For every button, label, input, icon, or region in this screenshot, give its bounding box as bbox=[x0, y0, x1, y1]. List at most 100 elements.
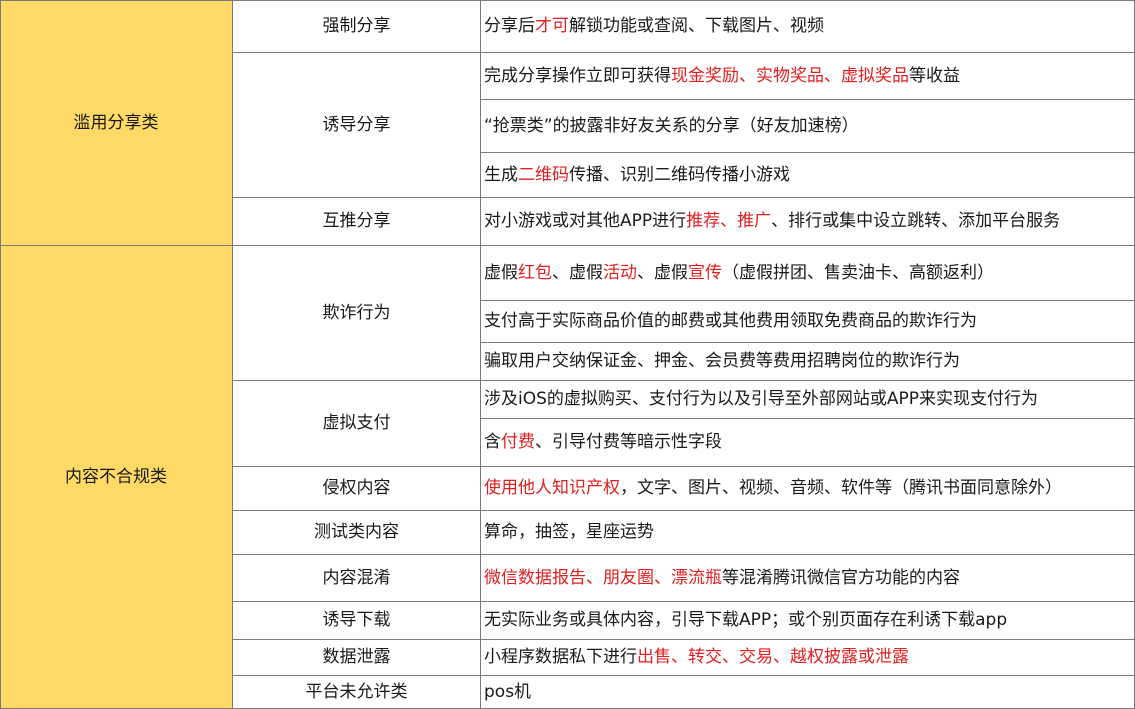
text-segment: 无实际业务或具体内容，引导下载APP；或个别页面存在利诱下载app bbox=[484, 610, 1008, 630]
text-segment: 解锁功能或查阅、下载图片、视频 bbox=[569, 16, 824, 36]
subcategory-cell: 虚拟支付 bbox=[232, 380, 481, 466]
grid-line bbox=[480, 99, 1135, 100]
description-cell: 无实际业务或具体内容，引导下载APP；或个别页面存在利诱下载app bbox=[481, 601, 1135, 639]
grid-line bbox=[232, 510, 1135, 511]
description-text: 支付高于实际商品价值的邮费或其他费用领取免费商品的欺诈行为 bbox=[484, 311, 977, 331]
description-text: 微信数据报告、朋友圈、漂流瓶等混淆腾讯微信官方功能的内容 bbox=[484, 568, 960, 588]
subcategory-cell: 互推分享 bbox=[232, 197, 481, 245]
text-segment: 含 bbox=[484, 432, 501, 452]
description-cell: pos机 bbox=[481, 675, 1135, 709]
text-segment: 、虚假 bbox=[637, 262, 688, 283]
description-text: 小程序数据私下进行出售、转交、交易、越权披露或泄露 bbox=[484, 647, 909, 667]
description-cell: 生成二维码传播、识别二维码传播小游戏 bbox=[481, 152, 1135, 197]
highlighted-text: 红包 bbox=[518, 262, 552, 283]
subcategory-label: 互推分享 bbox=[322, 211, 391, 231]
subcategory-cell: 欺诈行为 bbox=[232, 245, 481, 380]
subcategory-cell: 内容混淆 bbox=[232, 554, 481, 601]
description-text: “抢票类”的披露非好友关系的分享（好友加速榜） bbox=[484, 116, 859, 136]
subcategory-label: 数据泄露 bbox=[322, 647, 391, 667]
description-text: 含付费、引导付费等暗示性字段 bbox=[484, 432, 722, 452]
highlighted-text: 推荐、推广 bbox=[686, 211, 772, 231]
description-text: 生成二维码传播、识别二维码传播小游戏 bbox=[484, 165, 790, 185]
text-segment: “抢票类”的披露非好友关系的分享（好友加速榜） bbox=[484, 115, 859, 136]
highlighted-text: 二维码 bbox=[518, 164, 569, 185]
highlighted-text: 活动 bbox=[603, 262, 637, 283]
subcategory-label: 欺诈行为 bbox=[322, 302, 391, 323]
grid-line bbox=[480, 418, 1135, 419]
description-text: 虚假红包、虚假活动、虚假宣传（虚假拼团、售卖油卡、高额返利） bbox=[484, 263, 994, 283]
grid-line bbox=[232, 52, 1135, 53]
subcategory-label: 诱导分享 bbox=[322, 114, 391, 135]
highlighted-text: 才可 bbox=[535, 16, 569, 36]
text-segment: 算命，抽签，星座运势 bbox=[484, 522, 654, 542]
grid-line bbox=[0, 245, 1135, 246]
text-segment: ，文字、图片、视频、音频、软件等（腾讯书面同意除外） bbox=[620, 478, 1062, 498]
grid-line bbox=[480, 0, 481, 709]
text-segment: （虚假拼团、售卖油卡、高额返利） bbox=[722, 262, 994, 283]
highlighted-text: 付费 bbox=[501, 432, 535, 452]
description-cell: 算命，抽签，星座运势 bbox=[481, 510, 1135, 554]
description-cell: 涉及iOS的虚拟购买、支付行为以及引导至外部网站或APP来实现支付行为 bbox=[481, 380, 1135, 418]
subcategory-label: 虚拟支付 bbox=[322, 413, 391, 433]
grid-line bbox=[0, 0, 1135, 1]
grid-line bbox=[232, 639, 1135, 640]
description-cell: 含付费、引导付费等暗示性字段 bbox=[481, 418, 1135, 466]
description-text: 完成分享操作立即可获得现金奖励、实物奖品、虚拟奖品等收益 bbox=[484, 66, 960, 86]
grid-line bbox=[232, 466, 1135, 467]
description-text: 涉及iOS的虚拟购买、支付行为以及引导至外部网站或APP来实现支付行为 bbox=[484, 389, 1038, 409]
subcategory-label: 平台未允许类 bbox=[305, 682, 408, 702]
text-segment: 对小游戏或对其他APP进行 bbox=[484, 211, 687, 231]
description-cell: 分享后才可解锁功能或查阅、下载图片、视频 bbox=[481, 0, 1135, 52]
description-text: 分享后才可解锁功能或查阅、下载图片、视频 bbox=[484, 16, 824, 36]
text-segment: 骗取用户交纳保证金、押金、会员费等费用招聘岗位的欺诈行为 bbox=[484, 351, 960, 371]
description-text: 算命，抽签，星座运势 bbox=[484, 522, 654, 542]
grid-line bbox=[0, 0, 1, 709]
grid-line bbox=[480, 342, 1135, 343]
subcategory-cell: 平台未允许类 bbox=[232, 675, 481, 709]
description-cell: 微信数据报告、朋友圈、漂流瓶等混淆腾讯微信官方功能的内容 bbox=[481, 554, 1135, 601]
grid-line bbox=[232, 554, 1135, 555]
highlighted-text: 微信数据报告、朋友圈、漂流瓶 bbox=[484, 567, 722, 588]
text-segment: 、引导付费等暗示性字段 bbox=[535, 432, 722, 452]
description-text: 对小游戏或对其他APP进行推荐、推广、排行或集中设立跳转、添加平台服务 bbox=[484, 211, 1060, 231]
subcategory-label: 侵权内容 bbox=[322, 478, 391, 498]
text-segment: 生成 bbox=[484, 164, 518, 185]
description-cell: 支付高于实际商品价值的邮费或其他费用领取免费商品的欺诈行为 bbox=[481, 300, 1135, 342]
grid-line bbox=[480, 152, 1135, 153]
description-cell: 对小游戏或对其他APP进行推荐、推广、排行或集中设立跳转、添加平台服务 bbox=[481, 197, 1135, 245]
text-segment: 小程序数据私下进行 bbox=[484, 647, 637, 667]
description-text: 无实际业务或具体内容，引导下载APP；或个别页面存在利诱下载app bbox=[484, 610, 1007, 630]
highlighted-text: 出售、转交、交易、越权披露或泄露 bbox=[637, 647, 909, 667]
subcategory-cell: 诱导下载 bbox=[232, 601, 481, 639]
subcategory-cell: 强制分享 bbox=[232, 0, 481, 52]
description-cell: 完成分享操作立即可获得现金奖励、实物奖品、虚拟奖品等收益 bbox=[481, 52, 1135, 99]
text-segment: 支付高于实际商品价值的邮费或其他费用领取免费商品的欺诈行为 bbox=[484, 311, 977, 331]
category-label: 滥用分享类 bbox=[73, 112, 159, 133]
grid-line bbox=[232, 380, 1135, 381]
subcategory-cell: 诱导分享 bbox=[232, 52, 481, 197]
description-cell: 使用他人知识产权，文字、图片、视频、音频、软件等（腾讯书面同意除外） bbox=[481, 466, 1135, 510]
description-cell: 小程序数据私下进行出售、转交、交易、越权披露或泄露 bbox=[481, 639, 1135, 675]
text-segment: 完成分享操作立即可获得 bbox=[484, 65, 671, 86]
text-segment: 、排行或集中设立跳转、添加平台服务 bbox=[771, 211, 1061, 231]
description-text: 骗取用户交纳保证金、押金、会员费等费用招聘岗位的欺诈行为 bbox=[484, 351, 960, 371]
category-cell: 内容不合规类 bbox=[0, 245, 232, 709]
grid-line bbox=[480, 300, 1135, 301]
grid-line bbox=[232, 601, 1135, 602]
subcategory-label: 测试类内容 bbox=[314, 522, 399, 542]
text-segment: 等混淆腾讯微信官方功能的内容 bbox=[722, 567, 960, 588]
text-segment: 传播、识别二维码传播小游戏 bbox=[569, 164, 790, 185]
text-segment: pos机 bbox=[484, 682, 532, 702]
description-cell: 虚假红包、虚假活动、虚假宣传（虚假拼团、售卖油卡、高额返利） bbox=[481, 245, 1135, 300]
text-segment: 分享后 bbox=[484, 16, 535, 36]
grid-line bbox=[232, 0, 233, 709]
grid-line bbox=[232, 675, 1135, 676]
highlighted-text: 现金奖励、实物奖品、虚拟奖品 bbox=[671, 65, 909, 86]
description-cell: 骗取用户交纳保证金、押金、会员费等费用招聘岗位的欺诈行为 bbox=[481, 342, 1135, 380]
subcategory-cell: 侵权内容 bbox=[232, 466, 481, 510]
category-cell: 滥用分享类 bbox=[0, 0, 232, 245]
description-cell: “抢票类”的披露非好友关系的分享（好友加速榜） bbox=[481, 99, 1135, 152]
highlighted-text: 宣传 bbox=[688, 262, 722, 283]
text-segment: 、虚假 bbox=[552, 262, 603, 283]
text-segment: 涉及iOS的虚拟购买、支付行为以及引导至外部网站或APP来实现支付行为 bbox=[484, 389, 1039, 409]
